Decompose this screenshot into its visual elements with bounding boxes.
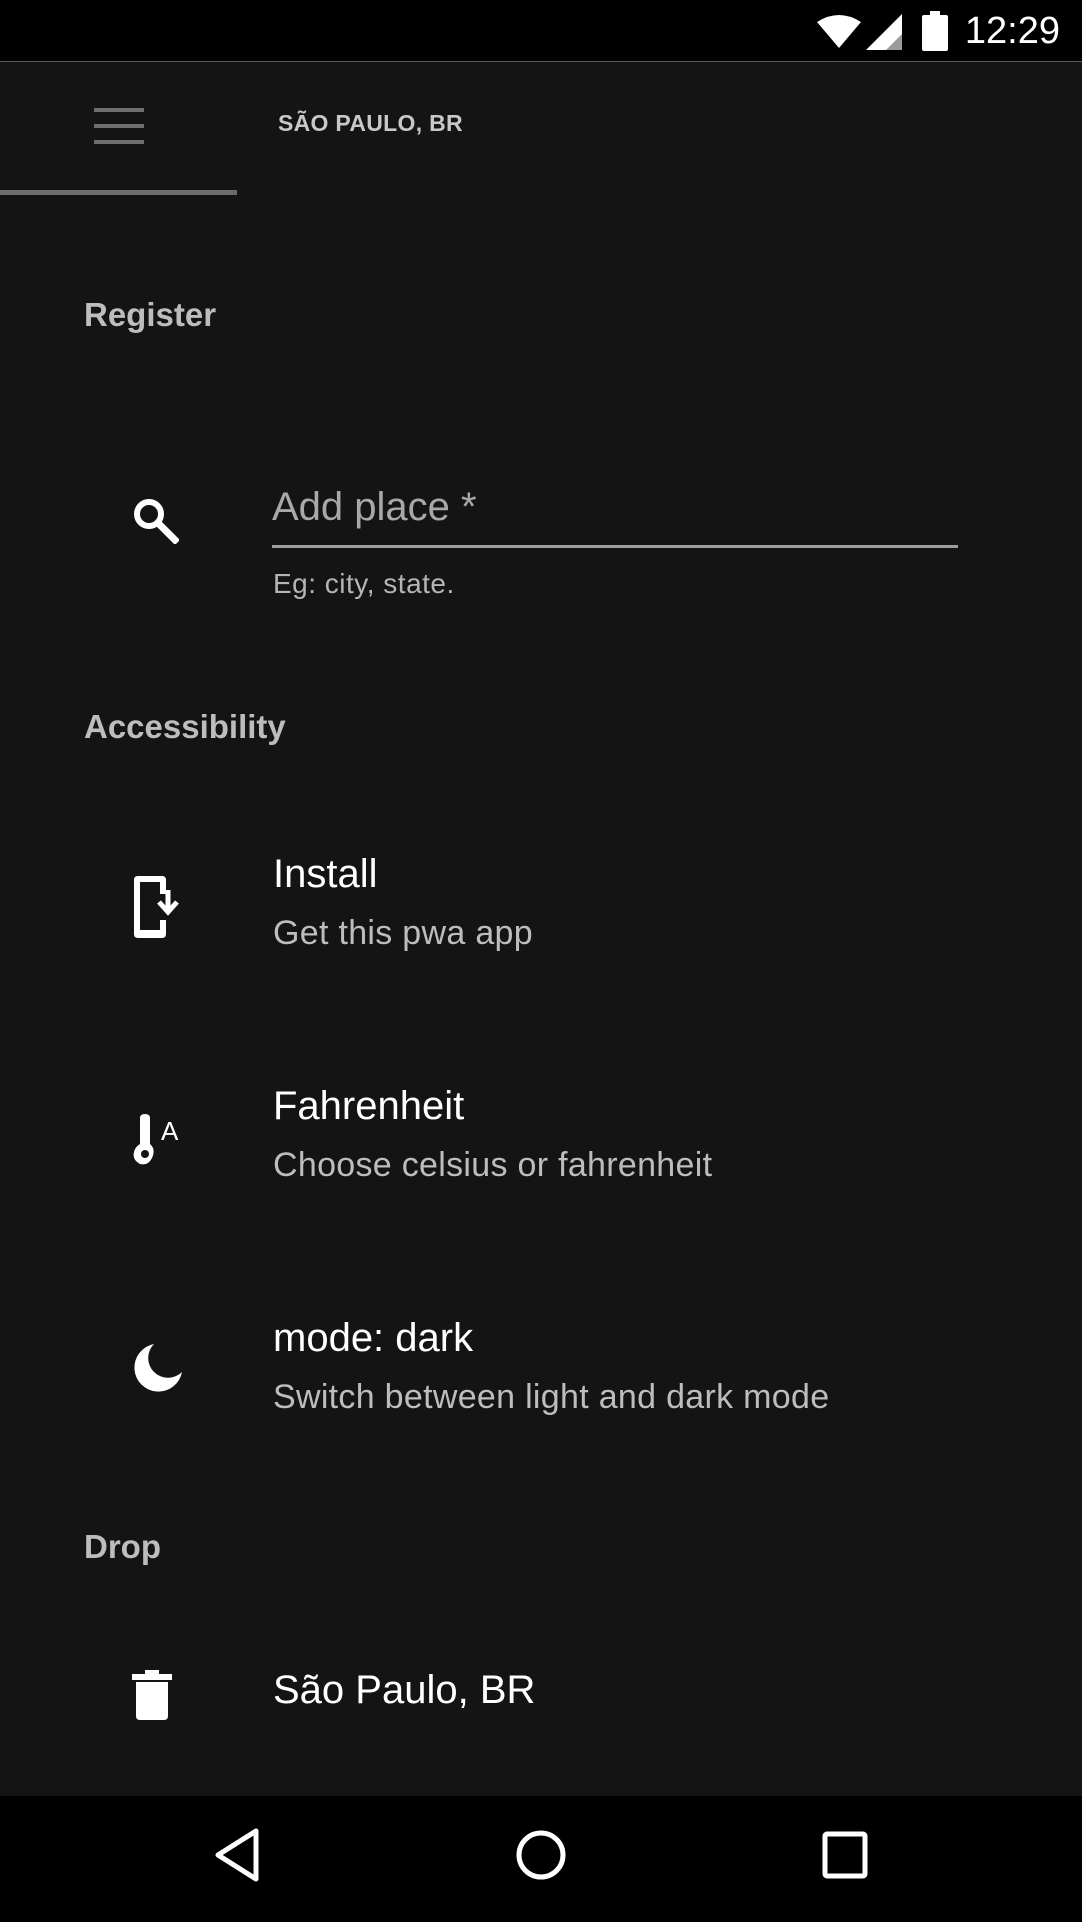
back-icon[interactable]: [214, 1828, 260, 1882]
add-place-helper: Eg: city, state.: [273, 568, 455, 599]
system-nav-bar: [0, 1796, 1082, 1922]
recents-icon[interactable]: [822, 1828, 868, 1882]
status-bar: 12:29: [0, 0, 1082, 62]
thermometer-icon: A: [133, 1114, 179, 1165]
home-icon[interactable]: [515, 1828, 567, 1882]
add-place-field[interactable]: [272, 470, 958, 548]
fahrenheit-item[interactable]: A Fahrenheit Choose celsius or fahrenhei…: [0, 1060, 1082, 1220]
mode-subtitle: Switch between light and dark mode: [273, 1378, 830, 1416]
menu-tab[interactable]: [0, 62, 237, 195]
install-mobile-icon: [134, 876, 179, 938]
wifi-icon: [817, 15, 861, 48]
drop-place-item[interactable]: São Paulo, BR: [0, 1626, 1082, 1756]
mode-title: mode: dark: [273, 1316, 474, 1360]
section-header-register: Register: [84, 296, 217, 333]
drop-place-title: São Paulo, BR: [273, 1668, 536, 1712]
battery-icon: [922, 11, 948, 51]
menu-icon[interactable]: [94, 108, 144, 144]
add-place-input[interactable]: [272, 470, 958, 545]
fahrenheit-subtitle: Choose celsius or fahrenheit: [273, 1146, 713, 1184]
trash-icon[interactable]: [132, 1670, 172, 1720]
install-item[interactable]: Install Get this pwa app: [0, 828, 1082, 988]
install-subtitle: Get this pwa app: [273, 914, 533, 952]
install-title: Install: [273, 852, 378, 896]
top-app-bar: SÃO PAULO, BR: [0, 62, 1082, 195]
svg-text:A: A: [161, 1116, 179, 1146]
status-time: 12:29: [964, 10, 1060, 52]
section-header-accessibility: Accessibility: [84, 708, 286, 745]
fahrenheit-title: Fahrenheit: [273, 1084, 465, 1128]
search-icon: [134, 499, 179, 544]
dark-mode-item[interactable]: mode: dark Switch between light and dark…: [0, 1292, 1082, 1452]
section-header-drop: Drop: [84, 1528, 161, 1565]
moon-icon: [134, 1344, 182, 1392]
location-tab[interactable]: SÃO PAULO, BR: [278, 110, 463, 137]
signal-icon: [866, 14, 902, 50]
